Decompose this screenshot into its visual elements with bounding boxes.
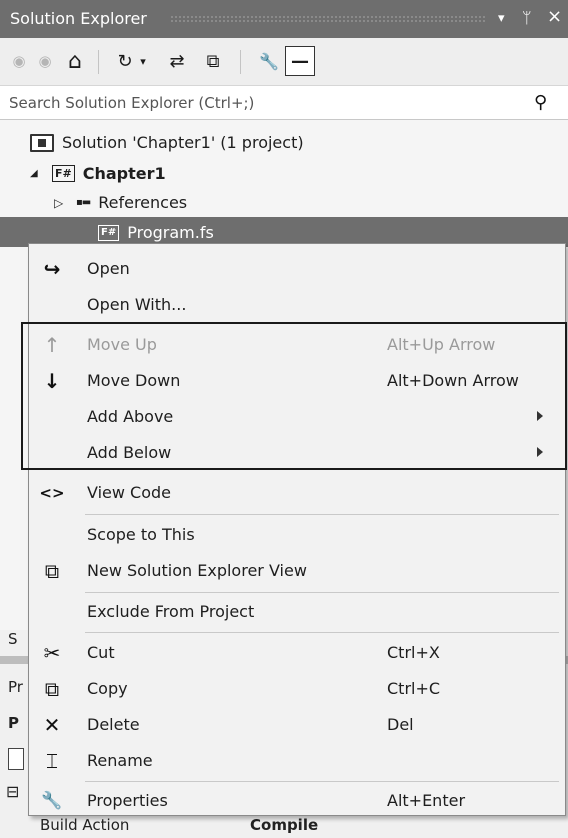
menu-item-delete[interactable]: ✕ Delete Del — [29, 707, 565, 743]
forward-icon[interactable]: ◉ — [32, 48, 58, 74]
scissors-icon: ✂ — [43, 641, 61, 665]
categorized-icon[interactable] — [8, 748, 24, 770]
solution-label: Solution 'Chapter1' (1 project) — [62, 133, 304, 152]
menu-item-label: Add Below — [87, 443, 172, 462]
tab-fragment: S — [8, 630, 18, 648]
delete-x-icon: ✕ — [43, 713, 61, 737]
submenu-arrow-icon — [537, 447, 543, 457]
menu-item-label: Open With... — [87, 295, 187, 314]
references-label: References — [98, 193, 188, 212]
menu-item-open-with[interactable]: Open With... — [29, 287, 565, 323]
menu-item-scope-to-this[interactable]: Scope to This — [29, 517, 565, 553]
menu-item-cut[interactable]: ✂ Cut Ctrl+X — [29, 635, 565, 671]
tree-item-references[interactable]: ▷ ▪▬ References — [54, 187, 187, 218]
project-label: Chapter1 — [82, 164, 166, 183]
search-bar: ⚲ — [0, 86, 568, 120]
menu-item-exclude-from-project[interactable]: Exclude From Project — [29, 594, 565, 630]
properties-title-fragment: Pr — [8, 678, 23, 696]
drag-grip[interactable] — [170, 15, 486, 22]
menu-item-label: Delete — [87, 715, 140, 734]
menu-item-view-code[interactable]: <> View Code — [29, 475, 565, 511]
menu-item-label: Move Down — [87, 371, 181, 390]
menu-item-label: Copy — [87, 679, 128, 698]
preview-selected-items-icon[interactable]: — — [285, 46, 315, 76]
menu-separator — [85, 514, 559, 515]
menu-item-label: Cut — [87, 643, 115, 662]
menu-item-shortcut: Ctrl+C — [387, 679, 441, 698]
menu-item-add-below[interactable]: Add Below — [29, 435, 565, 471]
window-menu-dropdown-icon[interactable]: ▾ — [498, 11, 505, 26]
context-menu: ↪ Open Open With... ↑ Move Up Alt+Up Arr… — [21, 243, 567, 819]
menu-item-shortcut: Alt+Enter — [387, 791, 466, 810]
menu-item-open[interactable]: ↪ Open — [29, 251, 565, 287]
arrow-up-icon: ↑ — [43, 333, 61, 357]
menu-item-copy[interactable]: ⧉ Copy Ctrl+C — [29, 671, 565, 707]
menu-item-label: Properties — [87, 791, 168, 810]
menu-item-label: Scope to This — [87, 525, 195, 544]
menu-separator — [85, 592, 559, 593]
solution-icon — [30, 133, 54, 152]
toolbar: ◉ ◉ ⌂ ↻ ▾ ⇄ ⧉ 🔧 — — [0, 38, 568, 86]
menu-item-label: Exclude From Project — [87, 602, 255, 621]
pending-changes-filter-icon[interactable]: ↻ — [112, 48, 138, 74]
search-input[interactable] — [0, 86, 520, 119]
toolbar-separator — [98, 50, 99, 74]
code-icon: <> — [39, 484, 65, 502]
fsharp-file-icon: F# — [98, 224, 120, 241]
menu-item-label: Add Above — [87, 407, 174, 426]
menu-item-label: Rename — [87, 751, 153, 770]
menu-item-properties[interactable]: 🔧 Properties Alt+Enter — [29, 783, 565, 819]
collapse-all-icon[interactable]: ⧉ — [200, 48, 226, 74]
menu-separator — [85, 632, 559, 633]
search-icon[interactable]: ⚲ — [534, 92, 547, 113]
menu-item-label: Move Up — [87, 335, 157, 354]
menu-item-shortcut: Alt+Down Arrow — [387, 371, 519, 390]
menu-separator — [85, 781, 559, 782]
menu-item-label: New Solution Explorer View — [87, 561, 307, 580]
tree-item-solution[interactable]: Solution 'Chapter1' (1 project) — [30, 127, 304, 158]
properties-wrench-icon[interactable]: 🔧 — [256, 48, 282, 74]
collapsed-triangle-icon[interactable]: ▷ — [54, 196, 76, 210]
tree-item-project[interactable]: ◢ F# Chapter1 — [30, 158, 166, 189]
back-icon[interactable]: ◉ — [6, 48, 32, 74]
file-label: Program.fs — [127, 223, 214, 242]
copy-icon: ⧉ — [44, 677, 60, 701]
properties-object-fragment: P — [8, 714, 19, 732]
rename-icon: ⌶ — [46, 749, 58, 773]
toolbar-separator — [240, 50, 241, 74]
arrow-down-icon: ↓ — [43, 369, 61, 393]
expanded-triangle-icon[interactable]: ◢ — [30, 168, 52, 179]
home-icon[interactable]: ⌂ — [62, 48, 88, 74]
menu-item-move-down[interactable]: ↓ Move Down Alt+Down Arrow — [29, 363, 565, 399]
menu-item-label: Open — [87, 259, 130, 278]
menu-item-rename[interactable]: ⌶ Rename — [29, 743, 565, 779]
fsharp-project-icon: F# — [52, 165, 75, 182]
title-bar: Solution Explorer ▾ ᛘ × — [0, 0, 568, 38]
menu-item-add-above[interactable]: Add Above — [29, 399, 565, 435]
panel-title: Solution Explorer — [10, 9, 147, 28]
references-icon: ▪▬ — [76, 197, 91, 208]
new-window-icon: ⧉ — [44, 559, 60, 583]
wrench-icon: 🔧 — [41, 791, 63, 811]
chevron-down-icon[interactable]: ▾ — [136, 48, 150, 74]
menu-item-shortcut: Ctrl+X — [387, 643, 440, 662]
submenu-arrow-icon — [537, 411, 543, 421]
pin-icon[interactable]: ᛘ — [522, 8, 532, 27]
menu-item-shortcut: Del — [387, 715, 414, 734]
menu-item-move-up[interactable]: ↑ Move Up Alt+Up Arrow — [29, 327, 565, 363]
close-icon[interactable]: × — [547, 6, 562, 27]
sync-icon[interactable]: ⇄ — [164, 48, 190, 74]
menu-item-new-solution-explorer-view[interactable]: ⧉ New Solution Explorer View — [29, 553, 565, 589]
open-arrow-icon: ↪ — [43, 257, 61, 281]
expander-icon[interactable]: ⊟ — [6, 782, 19, 801]
menu-item-label: View Code — [87, 483, 172, 502]
menu-item-shortcut: Alt+Up Arrow — [387, 335, 496, 354]
